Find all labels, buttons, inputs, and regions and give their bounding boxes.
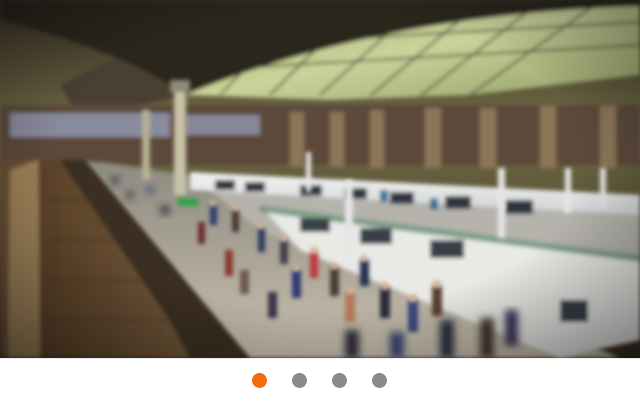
pagination-dot-1[interactable] [252, 373, 267, 388]
pagination-dot-4[interactable] [372, 373, 387, 388]
pagination-dot-3[interactable] [332, 373, 347, 388]
slide-viewport[interactable] [0, 0, 640, 358]
pagination-dots [0, 373, 640, 389]
train-station-photo [0, 0, 640, 358]
carousel-indicator-bar [0, 358, 640, 412]
image-carousel [0, 0, 640, 412]
pagination-dot-2[interactable] [292, 373, 307, 388]
